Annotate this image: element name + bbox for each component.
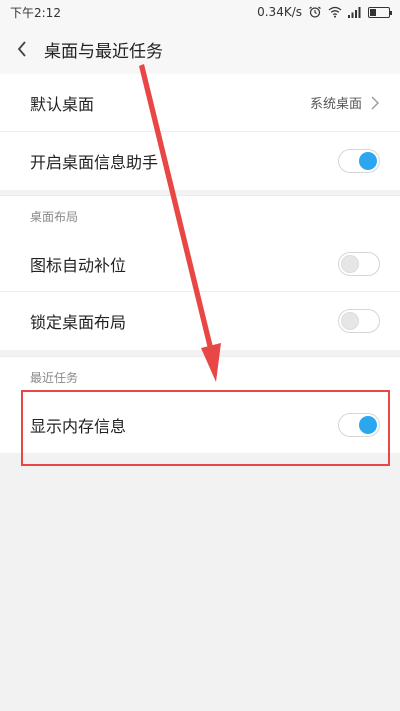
- header: 桌面与最近任务: [0, 24, 400, 74]
- settings-group-1: 默认桌面 系统桌面 开启桌面信息助手: [0, 74, 400, 190]
- status-bar: 下午2:12 0.34K/s: [0, 0, 400, 24]
- row-lock-layout: 锁定桌面布局: [0, 292, 400, 350]
- section-header-recent-tasks: 最近任务: [0, 356, 400, 398]
- battery-icon: [368, 6, 392, 18]
- network-speed: 0.34K/s: [257, 5, 302, 19]
- row-default-desktop[interactable]: 默认桌面 系统桌面: [0, 74, 400, 132]
- settings-group-3: 显示内存信息: [0, 397, 400, 453]
- settings-group-2: 图标自动补位 锁定桌面布局: [0, 236, 400, 350]
- alarm-icon: [308, 6, 322, 18]
- row-show-memory: 显示内存信息: [0, 397, 400, 453]
- status-right: 0.34K/s: [257, 5, 392, 19]
- row-label: 显示内存信息: [30, 417, 127, 436]
- toggle-knob: [341, 254, 359, 273]
- toggle-show-memory[interactable]: [338, 413, 380, 437]
- battery-fill: [370, 8, 377, 16]
- row-label: 图标自动补位: [30, 255, 127, 275]
- back-button[interactable]: [0, 24, 44, 74]
- row-value: 系统桌面: [309, 97, 362, 112]
- section-header-layout: 桌面布局: [0, 195, 400, 237]
- signal-icon: [348, 6, 362, 18]
- chevron-left-icon: [17, 41, 26, 57]
- toggle-knob: [341, 312, 359, 330]
- chevron-right-icon: [371, 96, 379, 109]
- row-desktop-assistant: 开启桌面信息助手: [0, 132, 400, 190]
- toggle-auto-fill-icons[interactable]: [338, 251, 380, 276]
- toggle-lock-layout[interactable]: [338, 309, 380, 333]
- row-label: 默认桌面: [30, 94, 95, 114]
- row-label: 开启桌面信息助手: [30, 153, 159, 172]
- status-time: 下午2:12: [10, 5, 61, 20]
- page-title: 桌面与最近任务: [44, 41, 163, 62]
- row-label: 锁定桌面布局: [30, 313, 127, 332]
- toggle-knob: [359, 416, 377, 434]
- wifi-icon: [328, 6, 342, 18]
- row-auto-fill-icons: 图标自动补位: [0, 236, 400, 292]
- toggle-knob: [359, 152, 377, 170]
- toggle-desktop-assistant[interactable]: [338, 149, 380, 173]
